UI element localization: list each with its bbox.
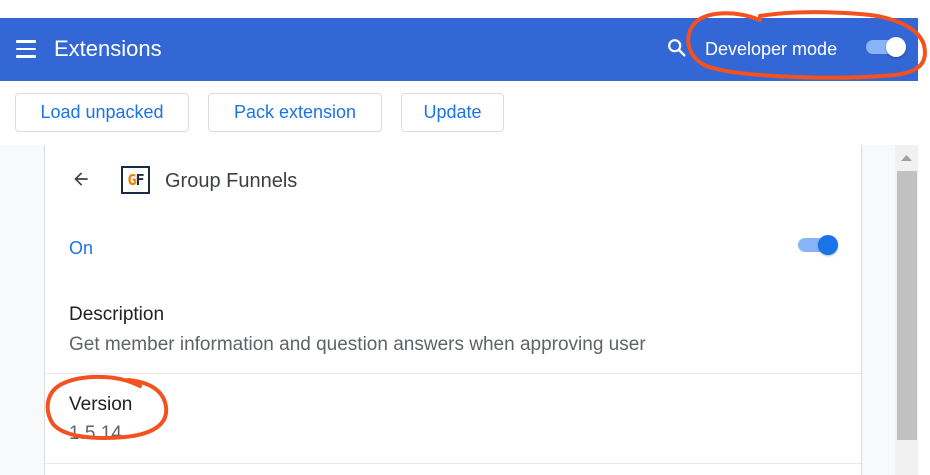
developer-mode-toggle[interactable] bbox=[866, 37, 906, 57]
description-section: Description Get member information and q… bbox=[45, 283, 861, 374]
developer-toolbar: Load unpacked Pack extension Update bbox=[0, 81, 930, 145]
hamburger-menu-icon[interactable] bbox=[16, 40, 36, 58]
description-title: Description bbox=[69, 304, 165, 325]
version-section: Version 1.5.14 bbox=[45, 374, 861, 464]
page-title: Extensions bbox=[54, 36, 162, 61]
extension-name: Group Funnels bbox=[165, 170, 298, 192]
developer-mode-label: Developer mode bbox=[705, 39, 838, 59]
extension-logo-icon: GF bbox=[121, 166, 150, 194]
load-unpacked-button[interactable]: Load unpacked bbox=[15, 93, 189, 132]
update-button[interactable]: Update bbox=[401, 93, 504, 132]
description-text: Get member information and question answ… bbox=[69, 334, 646, 355]
extensions-page: Extensions Developer mode Load unpacked … bbox=[0, 0, 930, 475]
extension-enable-toggle[interactable] bbox=[798, 235, 838, 255]
enabled-status-label: On bbox=[69, 238, 94, 258]
scrollbar-thumb[interactable] bbox=[897, 171, 917, 440]
version-value: 1.5.14 bbox=[69, 423, 122, 444]
scroll-up-arrow-icon[interactable] bbox=[895, 147, 918, 169]
extension-detail-card: GF Group Funnels On Description Get memb… bbox=[44, 145, 862, 475]
enable-row: On bbox=[45, 215, 861, 283]
pack-extension-button[interactable]: Pack extension bbox=[208, 93, 382, 132]
app-header: Extensions Developer mode bbox=[0, 18, 918, 81]
back-arrow-icon[interactable] bbox=[71, 169, 91, 189]
version-title: Version bbox=[69, 394, 133, 415]
search-icon[interactable] bbox=[666, 37, 688, 59]
card-header: GF Group Funnels bbox=[45, 145, 861, 215]
